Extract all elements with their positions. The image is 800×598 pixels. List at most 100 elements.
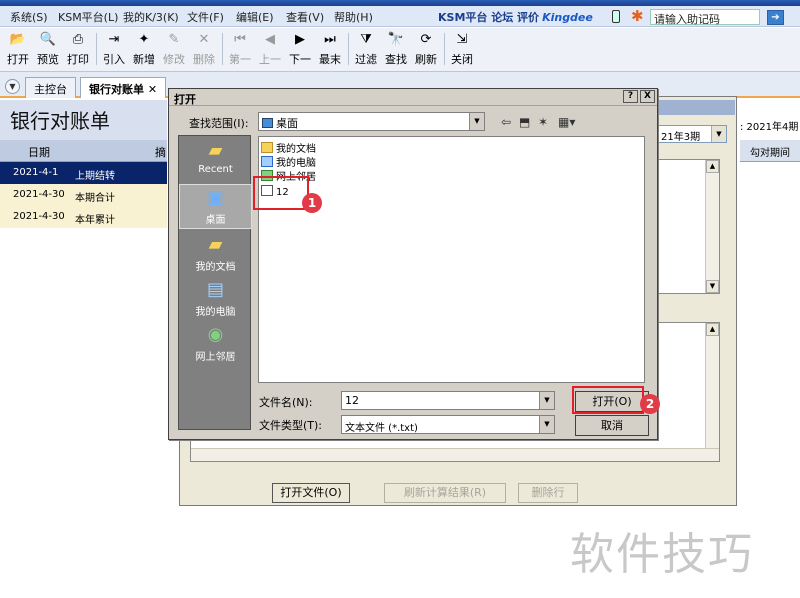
table-row[interactable]: 2021-4-1 上期结转 xyxy=(0,162,167,184)
toolbar: 📂 打开 🔍 预览 ⎙ 打印 ⇥ 引入 ✦ 新增 ✎ 修改 ✕ 删除 ⏮ 第一 ◀ 上一 ▶ 下一 … xyxy=(0,28,800,72)
highlight-box-2 xyxy=(572,386,644,414)
toolbar-first-button[interactable]: ⏮ 第一 xyxy=(227,31,253,67)
chevron-down-icon[interactable]: ▼ xyxy=(469,113,484,130)
chevron-down-icon[interactable]: ▼ xyxy=(539,416,554,433)
scrollbar[interactable]: ▲▼ xyxy=(705,323,719,461)
prev-icon: ◀ xyxy=(265,32,275,47)
places-bar: ▰ Recent ▣ 桌面 ▰ 我的文档 ▤ 我的电脑 ◉ 网上邻居 xyxy=(178,135,252,430)
brand-links[interactable]: KSM平台 论坛 评价 Kingdee xyxy=(438,9,593,25)
edit-icon: ✎ xyxy=(168,32,180,47)
go-arrow-icon[interactable]: ➔ xyxy=(767,10,784,25)
page-title: 银行对账单 xyxy=(0,100,167,140)
my-documents-icon: ▰ xyxy=(208,234,223,255)
watermark: 软件技巧 xyxy=(570,510,800,598)
up-folder-icon[interactable]: ⬒ xyxy=(519,115,530,129)
column-header-check-period: 勾对期间 xyxy=(740,140,800,162)
list-item[interactable]: 我的电脑 xyxy=(261,154,316,169)
place-recent[interactable]: ▰ Recent xyxy=(179,138,252,183)
toolbar-find-button[interactable]: 🔭 查找 xyxy=(383,31,409,67)
close-door-icon: ⇲ xyxy=(456,32,468,47)
menu-help[interactable]: 帮助(H) xyxy=(334,9,373,25)
place-network[interactable]: ◉ 网上邻居 xyxy=(179,322,252,367)
new-icon: ✦ xyxy=(138,32,150,47)
horizontal-scrollbar[interactable] xyxy=(191,448,719,461)
refresh-result-button[interactable]: 刷新计算结果(R) xyxy=(384,483,506,503)
next-icon: ▶ xyxy=(295,32,305,47)
view-menu-icon[interactable]: ▦▾ xyxy=(558,115,575,129)
file-list[interactable]: 我的文档 我的电脑 网上邻居 12 xyxy=(258,136,645,383)
scrollbar[interactable]: ▲▼ xyxy=(705,160,719,293)
scroll-up-icon: ▲ xyxy=(706,160,719,173)
filetype-label: 文件类型(T): xyxy=(259,419,323,432)
cancel-button[interactable]: 取消 xyxy=(575,415,649,436)
place-my-computer[interactable]: ▤ 我的电脑 xyxy=(179,277,252,322)
lookin-label: 查找范围(I): xyxy=(189,117,249,130)
refresh-icon: ⟳ xyxy=(420,32,432,47)
filename-label: 文件名(N): xyxy=(259,396,313,409)
toolbar-new-button[interactable]: ✦ 新增 xyxy=(131,31,157,67)
star-icon[interactable]: ✱ xyxy=(631,7,644,25)
chevron-down-icon[interactable]: ▼ xyxy=(5,79,20,94)
lookin-select[interactable]: 桌面 ▼ xyxy=(258,112,485,131)
tab-main-console[interactable]: 主控台 xyxy=(25,77,76,98)
toolbar-next-button[interactable]: ▶ 下一 xyxy=(287,31,313,67)
recent-folder-icon: ▰ xyxy=(208,140,223,161)
highlight-box-1 xyxy=(253,176,309,210)
toolbar-prev-button[interactable]: ◀ 上一 xyxy=(257,31,283,67)
scroll-down-icon: ▼ xyxy=(706,280,719,293)
helpcode-input[interactable]: 请输入助记码 xyxy=(650,9,760,26)
toolbar-print-button[interactable]: ⎙ 打印 xyxy=(65,31,91,67)
menu-ksm[interactable]: KSM平台(L) xyxy=(58,9,118,25)
toolbar-delete-button[interactable]: ✕ 删除 xyxy=(191,31,217,67)
menu-system[interactable]: 系统(S) xyxy=(10,9,48,25)
help-button[interactable]: ? xyxy=(623,90,638,103)
toolbar-filter-button[interactable]: ⧩ 过滤 xyxy=(353,31,379,67)
desktop-icon: ▣ xyxy=(206,187,224,208)
open-file-button[interactable]: 打开文件(O) xyxy=(272,483,350,503)
list-item[interactable]: 我的文档 xyxy=(261,140,316,155)
chevron-down-icon[interactable]: ▼ xyxy=(539,392,554,409)
menu-myk3[interactable]: 我的K/3(K) xyxy=(123,9,179,25)
table-header: 日期 摘要 xyxy=(0,140,167,175)
my-computer-icon: ▤ xyxy=(206,279,224,300)
toolbar-refresh-button[interactable]: ⟳ 刷新 xyxy=(413,31,439,67)
toolbar-close-button[interactable]: ⇲ 关闭 xyxy=(449,31,475,67)
menu-view[interactable]: 查看(V) xyxy=(286,9,324,25)
period-select[interactable]: 21年3期 ▼ xyxy=(657,125,727,143)
toolbar-import-button[interactable]: ⇥ 引入 xyxy=(101,31,127,67)
new-folder-icon[interactable]: ✶ xyxy=(538,115,548,129)
back-icon[interactable]: ⇦ xyxy=(501,115,511,129)
close-icon[interactable]: ✕ xyxy=(148,83,157,96)
find-icon: 🔭 xyxy=(387,32,405,47)
delete-row-button[interactable]: 删除行 xyxy=(518,483,578,503)
toolbar-separator xyxy=(222,33,223,65)
print-icon: ⎙ xyxy=(72,32,84,47)
scroll-up-icon: ▲ xyxy=(706,323,719,336)
dialog-title-bar: 打开 ? X xyxy=(169,89,657,106)
chevron-down-icon[interactable]: ▼ xyxy=(711,126,726,142)
toolbar-last-button[interactable]: ⏭ 最末 xyxy=(317,31,343,67)
mobile-icon[interactable] xyxy=(612,10,620,23)
computer-icon xyxy=(261,156,273,167)
step-badge-1: 1 xyxy=(302,193,322,213)
open-folder-icon: 📂 xyxy=(9,32,27,47)
place-my-documents[interactable]: ▰ 我的文档 xyxy=(179,232,252,277)
menu-file[interactable]: 文件(F) xyxy=(187,9,224,25)
folder-icon xyxy=(261,142,273,153)
step-badge-2: 2 xyxy=(640,394,660,414)
column-header-date: 日期 xyxy=(28,146,50,159)
toolbar-open-button[interactable]: 📂 打开 xyxy=(5,31,31,67)
toolbar-preview-button[interactable]: 🔍 预览 xyxy=(35,31,61,67)
menu-edit[interactable]: 编辑(E) xyxy=(236,9,274,25)
tab-bank-statement[interactable]: 银行对账单 ✕ xyxy=(80,77,167,98)
toolbar-edit-button[interactable]: ✎ 修改 xyxy=(161,31,187,67)
filetype-select[interactable]: 文本文件 (*.txt) ▼ xyxy=(341,415,555,434)
place-desktop[interactable]: ▣ 桌面 xyxy=(179,184,252,229)
preview-icon: 🔍 xyxy=(39,32,57,47)
filename-input[interactable]: 12 ▼ xyxy=(341,391,555,410)
table-row[interactable]: 2021-4-30 本期合计 xyxy=(0,184,167,206)
desktop-small-icon xyxy=(262,118,273,128)
close-button[interactable]: X xyxy=(640,90,655,103)
table-row[interactable]: 2021-4-30 本年累计 xyxy=(0,206,167,228)
network-places-icon: ◉ xyxy=(207,324,224,345)
